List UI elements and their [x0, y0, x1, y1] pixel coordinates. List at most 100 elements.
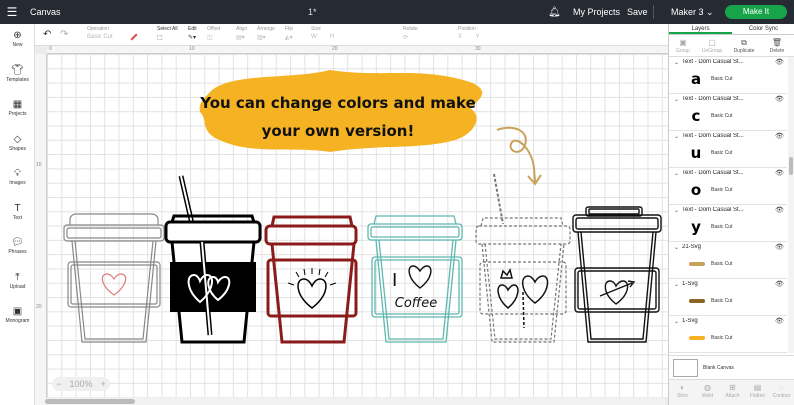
coffee-cup-1[interactable] [63, 213, 165, 343]
eye-icon[interactable]: 👁︎ [775, 243, 784, 251]
duplicate-icon: ⧉ [741, 38, 747, 47]
group-icon: ▣ [679, 38, 687, 47]
layer-thumbnail: y [691, 218, 701, 236]
layer-row[interactable]: ⌄ Text - Dom Casual St... 👁︎ a Basic Cut [669, 57, 787, 94]
chevron-down-icon[interactable]: ⌄ [674, 318, 679, 325]
layer-thumbnail: o [690, 181, 702, 199]
layer-row[interactable]: ⌄ Text - Dom Casual St... 👁︎ o Basic Cut [669, 168, 787, 205]
layer-name: Text - Dom Casual St... [682, 59, 744, 65]
layer-operations-bar: ◐ Slice ◍ Weld ⊞ Attach ▤ Flatten ◌ Contour [669, 379, 794, 405]
attach-label: Attach [725, 393, 740, 399]
layer-operation[interactable]: Basic Cut [711, 150, 732, 156]
design-artwork[interactable]: You can change colors and make your own … [0, 0, 668, 405]
layers-scrollbar[interactable] [788, 57, 794, 353]
layers-list[interactable]: ⌄ Text - Dom Casual St... 👁︎ a Basic Cut ⌄ Tex… [669, 57, 787, 353]
cup-heart-icon[interactable] [408, 265, 432, 289]
layer-operation[interactable]: Basic Cut [711, 224, 732, 230]
eye-icon[interactable]: 👁︎ [775, 95, 784, 103]
layer-operation[interactable]: Basic Cut [711, 187, 732, 193]
group-button[interactable]: ▣ Group [671, 38, 695, 54]
eye-icon[interactable]: 👁︎ [775, 169, 784, 177]
machine-select[interactable]: Maker 3 ⌄ [671, 7, 714, 18]
layer-row[interactable]: ⌄ 21-Svg 👁︎ Basic Cut [669, 242, 787, 279]
layer-actions: ▣ Group ▢ UnGroup ⧉ Duplicate 🗑︎ Delete [669, 35, 794, 57]
eye-icon[interactable]: 👁︎ [775, 58, 784, 66]
coffee-cup-4[interactable] [367, 215, 463, 343]
cup-text-coffee[interactable]: Coffee [395, 296, 437, 311]
cup-hearts-icon[interactable] [497, 268, 549, 329]
banner-line-1[interactable]: You can change colors and make [199, 94, 476, 112]
flatten-icon: ▤ [753, 383, 762, 392]
horizontal-scrollbar[interactable] [45, 398, 665, 405]
coffee-cup-6[interactable] [572, 206, 662, 343]
ungroup-button[interactable]: ▢ UnGroup [700, 38, 724, 54]
layer-name: 21-Svg [682, 244, 702, 250]
delete-button[interactable]: 🗑︎ Delete [765, 38, 789, 54]
chevron-down-icon[interactable]: ⌄ [674, 133, 679, 140]
layer-row[interactable]: ⌄ 1-Svg 👁︎ Basic Cut [669, 279, 787, 316]
tab-layers[interactable]: Layers [669, 24, 732, 34]
chevron-down-icon[interactable]: ⌄ [674, 244, 679, 251]
layer-operation[interactable]: Basic Cut [711, 113, 732, 119]
layer-name: Text - Dom Casual St... [682, 207, 744, 213]
chevron-down-icon[interactable]: ⌄ [674, 170, 679, 177]
eye-icon[interactable]: 👁︎ [775, 132, 784, 140]
layer-swatch [689, 336, 705, 340]
layer-thumbnail: a [690, 70, 702, 88]
curly-arrow-icon[interactable] [496, 126, 542, 186]
scrollbar-thumb[interactable] [789, 157, 793, 175]
slice-button[interactable]: ◐ Slice [670, 383, 695, 399]
attach-button[interactable]: ⊞ Attach [720, 383, 745, 399]
duplicate-button[interactable]: ⧉ Duplicate [732, 38, 756, 54]
make-it-button[interactable]: Make It [725, 5, 787, 19]
chevron-down-icon[interactable]: ⌄ [674, 96, 679, 103]
layer-thumbnail [689, 292, 705, 310]
banner-line-2[interactable]: your own version! [262, 122, 415, 140]
layer-name: Text - Dom Casual St... [682, 170, 744, 176]
chevron-down-icon[interactable]: ⌄ [674, 207, 679, 214]
eye-icon[interactable]: 👁︎ [775, 280, 784, 288]
slice-icon: ◐ [680, 383, 685, 392]
layer-thumbnail [689, 329, 705, 347]
scrollbar-thumb[interactable] [45, 399, 135, 404]
weld-button[interactable]: ◍ Weld [695, 383, 720, 399]
panel-tabs: Layers Color Sync [669, 24, 794, 35]
blank-canvas-label: Blank Canvas [703, 365, 734, 371]
coffee-cup-2[interactable] [164, 175, 262, 344]
contour-button[interactable]: ◌ Contour [769, 383, 794, 399]
machine-label: Maker 3 [671, 6, 704, 17]
blank-canvas-row[interactable]: Blank Canvas [669, 355, 794, 379]
contour-label: Contour [772, 393, 791, 399]
layer-operation[interactable]: Basic Cut [711, 335, 732, 341]
tab-color-sync[interactable]: Color Sync [732, 24, 794, 34]
layer-name: 1-Svg [682, 281, 698, 287]
canvas-color-swatch[interactable] [673, 359, 698, 377]
layer-thumbnail: u [690, 144, 702, 162]
layer-row[interactable]: ⌄ Text - Dom Casual St... 👁︎ u Basic Cut [669, 131, 787, 168]
layer-operation[interactable]: Basic Cut [711, 261, 732, 267]
chevron-down-icon: ⌄ [706, 6, 714, 17]
cup-text-i[interactable]: I [392, 270, 397, 291]
zoom-in-button[interactable]: + [101, 379, 106, 389]
ungroup-icon: ▢ [708, 38, 716, 47]
layer-operation[interactable]: Basic Cut [711, 76, 732, 82]
flatten-button[interactable]: ▤ Flatten [745, 383, 770, 399]
layer-row[interactable]: ⌄ 1-Svg 👁︎ Basic Cut [669, 316, 787, 353]
eye-icon[interactable]: 👁︎ [775, 206, 784, 214]
zoom-control[interactable]: − 100% + [52, 377, 110, 391]
group-label: Group [676, 48, 690, 54]
weld-label: Weld [701, 393, 714, 399]
chevron-down-icon[interactable]: ⌄ [674, 281, 679, 288]
coffee-cup-3[interactable] [264, 215, 358, 344]
zoom-out-button[interactable]: − [56, 379, 61, 389]
layer-name: Text - Dom Casual St... [682, 96, 744, 102]
layer-operation[interactable]: Basic Cut [711, 298, 732, 304]
layer-row[interactable]: ⌄ Text - Dom Casual St... 👁︎ c Basic Cut [669, 94, 787, 131]
eye-icon[interactable]: 👁︎ [775, 317, 784, 325]
layer-row[interactable]: ⌄ Text - Dom Casual St... 👁︎ y Basic Cut [669, 205, 787, 242]
flatten-label: Flatten [749, 393, 766, 399]
chevron-down-icon[interactable]: ⌄ [674, 59, 679, 66]
coffee-cup-5[interactable] [475, 173, 571, 343]
zoom-level: 100% [69, 379, 93, 389]
layer-thumbnail: c [691, 107, 701, 125]
